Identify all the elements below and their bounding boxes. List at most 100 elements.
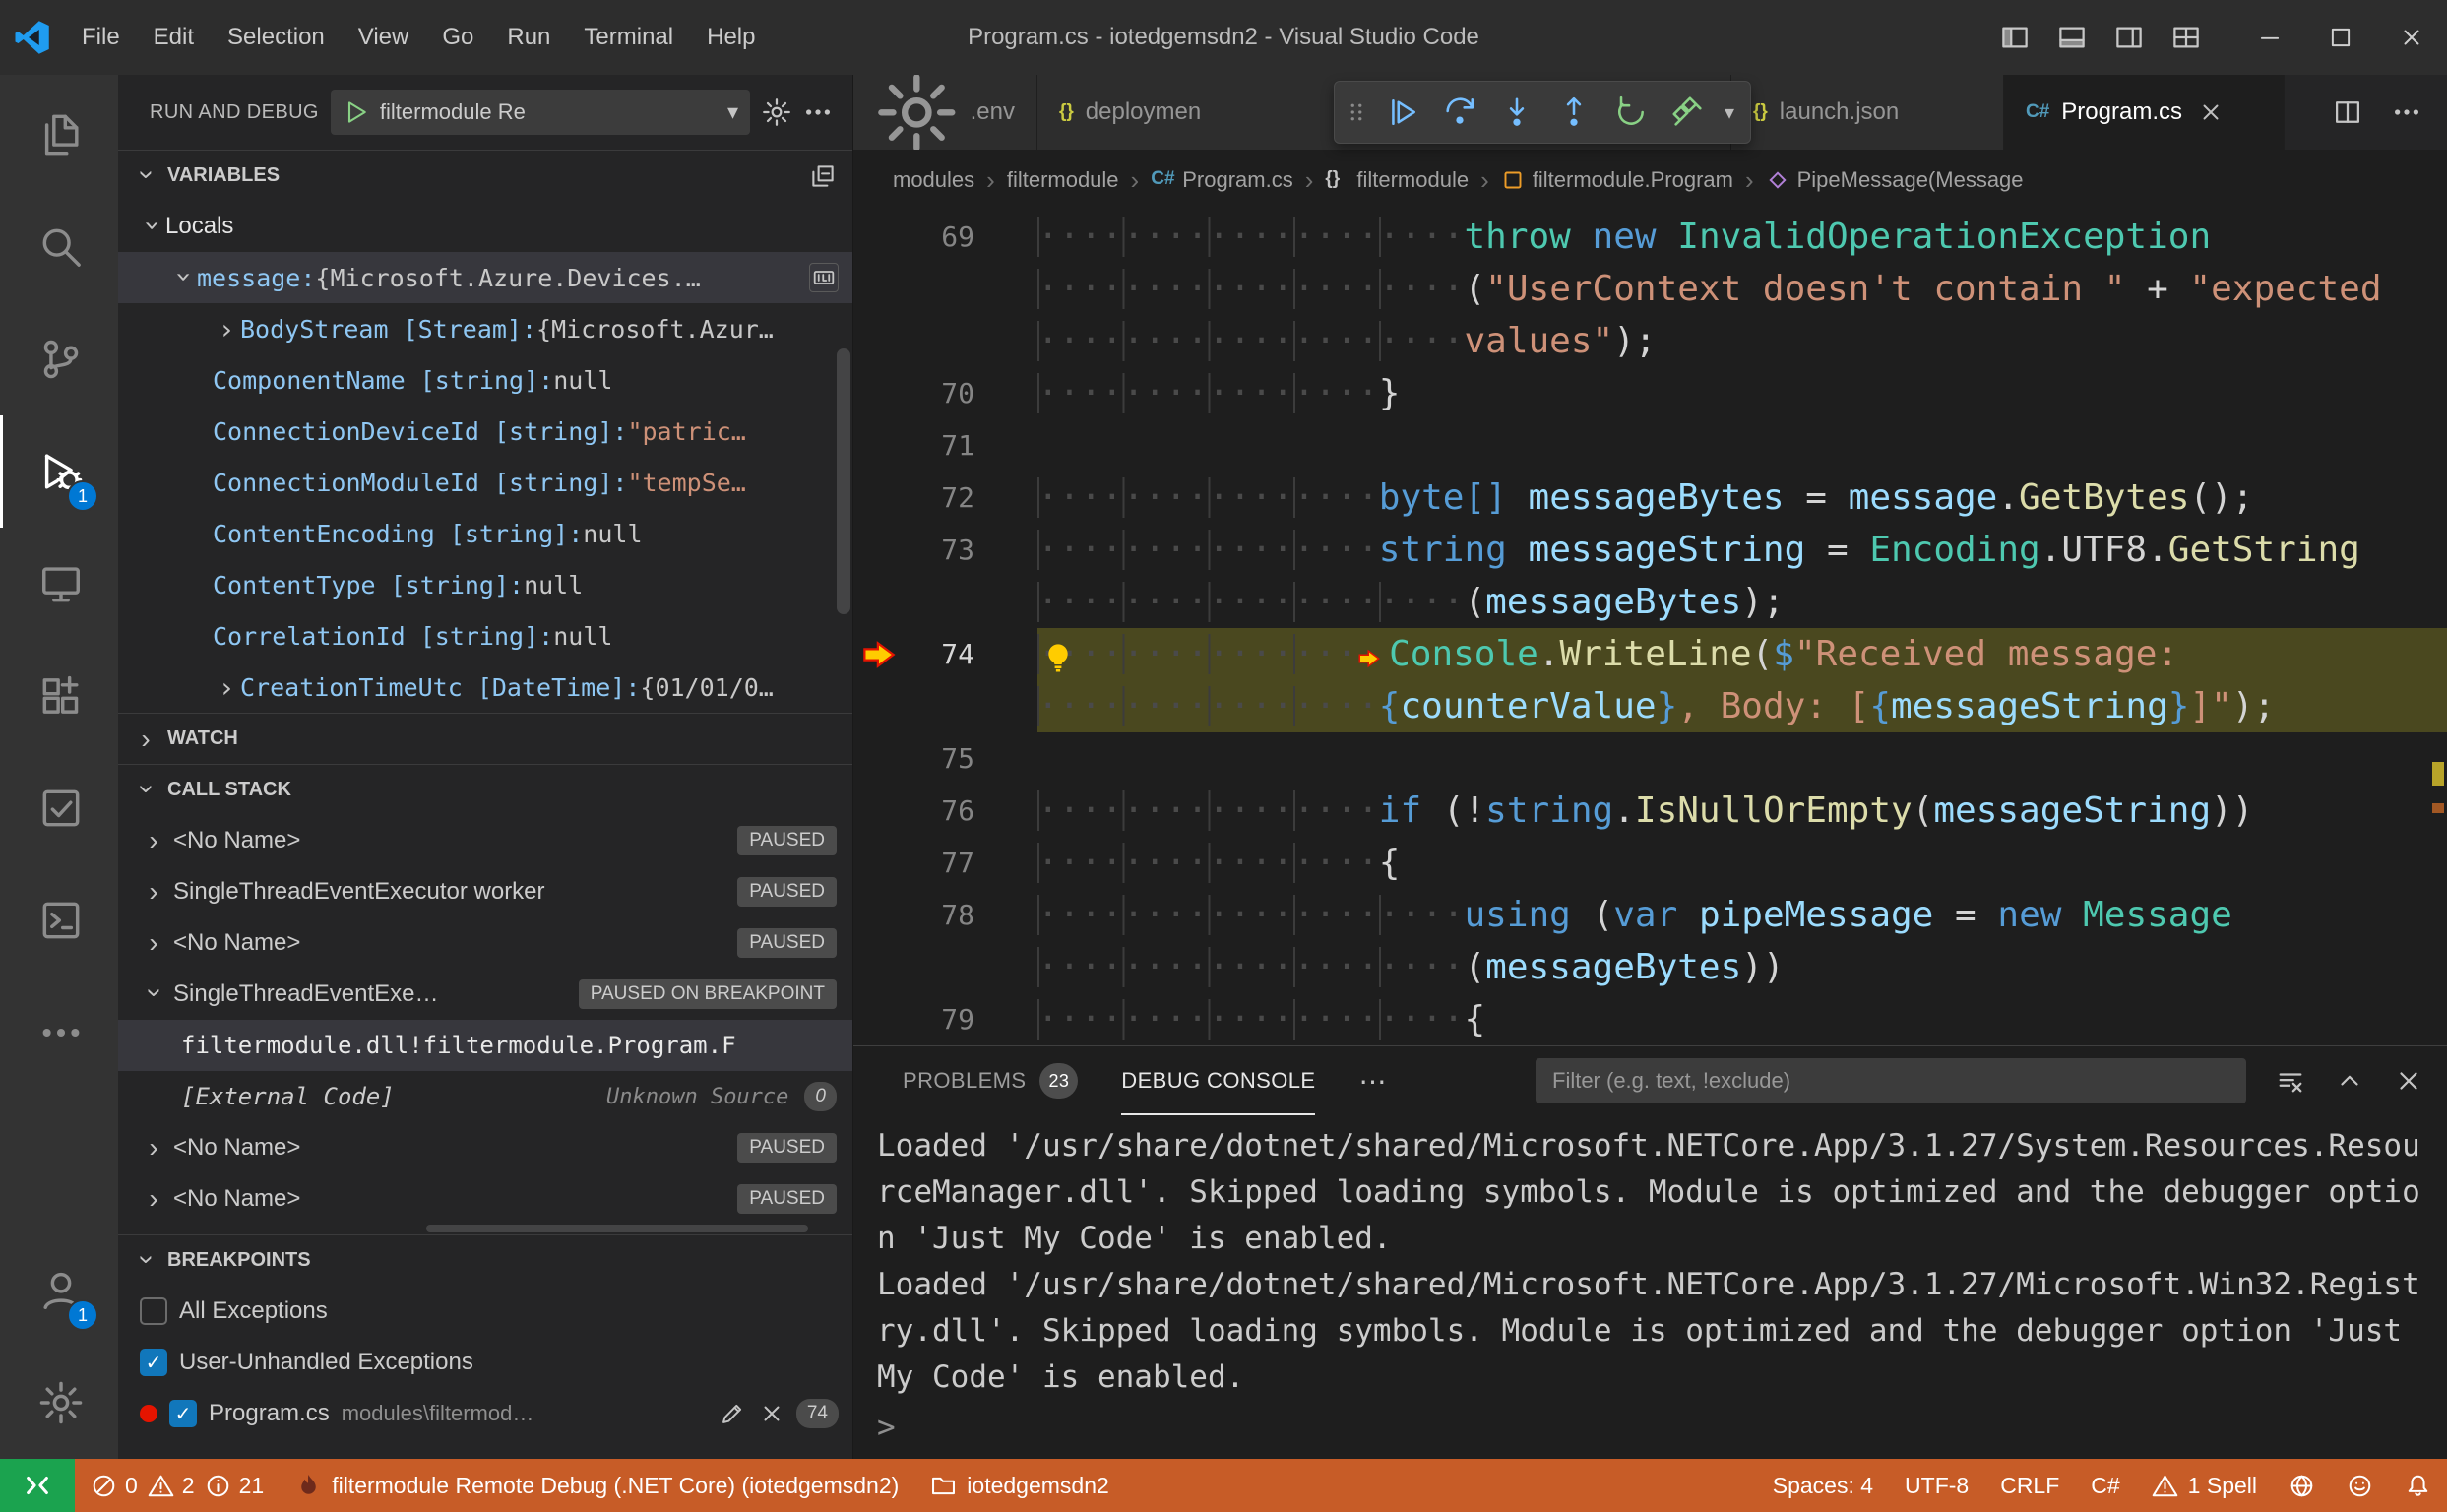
activity-search[interactable]	[0, 191, 118, 303]
watch-section-header[interactable]: › WATCH	[118, 713, 852, 764]
variable-row[interactable]: ComponentName [string]: null	[118, 354, 852, 406]
breakpoint-checkbox[interactable]: ✓	[169, 1400, 197, 1427]
debug-session-status[interactable]: filtermodule Remote Debug (.NET Core) (i…	[280, 1459, 914, 1512]
problems-status[interactable]: 0221	[75, 1459, 280, 1512]
variable-row[interactable]: ›Locals	[118, 201, 852, 252]
activity-more-views[interactable]	[0, 976, 118, 1089]
code-line-content[interactable]: ················byte[] messageBytes = me…	[1037, 472, 2447, 524]
variable-row[interactable]: CorrelationId [string]: null	[118, 610, 852, 662]
drag-handle-icon[interactable]	[1345, 93, 1368, 132]
code-line-content[interactable]: ···············Console.WriteLine($"Recei…	[1037, 628, 2447, 680]
activity-remote-terminal[interactable]	[0, 864, 118, 976]
activity-remote-explorer[interactable]	[0, 528, 118, 640]
gutter[interactable]: 75	[853, 732, 1037, 785]
debug-config-dropdown[interactable]: filtermodule Re ▾	[331, 90, 750, 135]
split-editor-icon[interactable]	[2333, 97, 2362, 127]
code-line-content[interactable]: ················}	[1037, 367, 2447, 419]
call-stack-thread-row[interactable]: ›<No Name>PAUSED	[118, 1173, 852, 1225]
breakpoint-checkbox[interactable]	[140, 1297, 167, 1325]
breadcrumb-item[interactable]: filtermodule.Program	[1501, 167, 1733, 193]
breadcrumb-item[interactable]: PipeMessage(Message	[1766, 167, 2024, 193]
status-spell[interactable]: 1 Spell	[2136, 1459, 2273, 1512]
step-into-button[interactable]	[1490, 86, 1543, 139]
variable-row[interactable]: ›CreationTimeUtc [DateTime]: {01/01/0…	[118, 662, 852, 713]
gutter[interactable]: 71	[853, 419, 1037, 472]
clear-console-icon[interactable]	[2276, 1066, 2305, 1096]
continue-button[interactable]	[1376, 86, 1429, 139]
tab-problems[interactable]: PROBLEMS 23	[903, 1046, 1078, 1115]
chevron-icon[interactable]: ›	[140, 1132, 167, 1164]
gutter[interactable]: 79	[853, 993, 1037, 1045]
code-line-content[interactable]: ····················(messageBytes);	[1037, 576, 2447, 628]
breadcrumb-item[interactable]: {}filtermodule	[1325, 167, 1469, 193]
tab-program-cs[interactable]: C#Program.cs	[2004, 75, 2285, 150]
step-over-button[interactable]	[1433, 86, 1486, 139]
activity-explorer[interactable]	[0, 79, 118, 191]
activity-source-control[interactable]	[0, 303, 118, 415]
status-feedback[interactable]	[2331, 1459, 2389, 1512]
tab-debug-console[interactable]: DEBUG CONSOLE	[1121, 1046, 1315, 1115]
workspace-status[interactable]: iotedgemsdn2	[914, 1459, 1125, 1512]
code-line-content[interactable]: ················{	[1037, 837, 2447, 889]
gutter[interactable]: 76	[853, 785, 1037, 837]
call-stack-frame-row[interactable]: filtermodule.dll!filtermodule.Program.F	[118, 1020, 852, 1071]
start-debugging-icon[interactable]	[343, 98, 370, 126]
close-window-button[interactable]	[2376, 0, 2447, 75]
scrollbar-thumb[interactable]	[837, 348, 850, 614]
activity-accounts[interactable]: 1	[0, 1234, 118, 1347]
gutter[interactable]: 78	[853, 889, 1037, 941]
remote-indicator[interactable]	[0, 1459, 75, 1512]
panel-more-actions-icon[interactable]: ⋯	[1358, 1065, 1386, 1098]
gutter[interactable]	[853, 263, 1037, 315]
collapse-all-icon[interactable]	[809, 162, 837, 190]
console-prompt[interactable]: >	[877, 1405, 2423, 1451]
layout-grid-icon[interactable]	[2171, 23, 2201, 52]
tab--env[interactable]: .env	[853, 75, 1037, 150]
activity-settings[interactable]	[0, 1347, 118, 1459]
more-actions-icon[interactable]	[2392, 97, 2421, 127]
breadcrumb-item[interactable]: filtermodule	[1007, 167, 1119, 193]
pencil-icon[interactable]	[720, 1401, 745, 1426]
layout-sidebar-right-icon[interactable]	[2114, 23, 2144, 52]
chevron-icon[interactable]: ›	[140, 1183, 167, 1215]
breadcrumb-item[interactable]: C#Program.cs	[1151, 167, 1292, 193]
code-line-content[interactable]: ····················(messageBytes))	[1037, 941, 2447, 993]
restart-button[interactable]	[1604, 86, 1658, 139]
call-stack-thread-row[interactable]: ›SingleThreadEventExe…PAUSED ON BREAKPOI…	[118, 969, 852, 1020]
chevron-icon[interactable]: ›	[137, 212, 169, 239]
overview-ruler[interactable]	[2429, 211, 2447, 1045]
close-icon[interactable]	[759, 1401, 784, 1426]
code-line-content[interactable]	[1037, 732, 2447, 785]
status-eol[interactable]: CRLF	[1984, 1459, 2075, 1512]
chevron-icon[interactable]: ›	[140, 876, 167, 908]
debug-console-output[interactable]: Loaded '/usr/share/dotnet/shared/Microso…	[853, 1115, 2447, 1459]
disconnect-button[interactable]	[1662, 86, 1715, 139]
chevron-icon[interactable]: ›	[213, 671, 240, 704]
call-stack-section-header[interactable]: › CALL STACK	[118, 764, 852, 815]
menu-selection[interactable]: Selection	[211, 0, 342, 75]
variable-row[interactable]: ConnectionModuleId [string]: "tempSe…	[118, 457, 852, 508]
breakpoint-row[interactable]: ✓User-Unhandled Exceptions	[118, 1337, 852, 1388]
minimize-button[interactable]	[2234, 0, 2305, 75]
gutter[interactable]	[853, 680, 1037, 732]
more-actions-icon[interactable]	[803, 97, 833, 127]
code-editor[interactable]: 69····················throw new InvalidO…	[853, 211, 2447, 1045]
variables-section-header[interactable]: › VARIABLES	[118, 150, 852, 201]
call-stack-thread-row[interactable]: ›SingleThreadEventExecutor workerPAUSED	[118, 866, 852, 917]
maximize-button[interactable]	[2305, 0, 2376, 75]
chevron-icon[interactable]: ›	[213, 313, 240, 346]
gutter[interactable]	[853, 576, 1037, 628]
chevron-down-icon[interactable]: ▾	[1719, 100, 1740, 125]
call-stack-thread-row[interactable]: ›<No Name>PAUSED	[118, 917, 852, 969]
gutter[interactable]: 74	[853, 628, 1037, 680]
code-line-content[interactable]: ····················values");	[1037, 315, 2447, 367]
menu-run[interactable]: Run	[490, 0, 567, 75]
call-stack-thread-row[interactable]: ›<No Name>PAUSED	[118, 1122, 852, 1173]
variable-row[interactable]: ConnectionDeviceId [string]: "patric…	[118, 406, 852, 457]
variable-row[interactable]: ContentType [string]: null	[118, 559, 852, 610]
scrollbar-thumb[interactable]	[426, 1225, 808, 1232]
status-indentation[interactable]: Spaces: 4	[1757, 1459, 1889, 1512]
menu-view[interactable]: View	[342, 0, 426, 75]
breakpoints-section-header[interactable]: › BREAKPOINTS	[118, 1234, 852, 1286]
chevron-icon[interactable]: ›	[140, 927, 167, 959]
